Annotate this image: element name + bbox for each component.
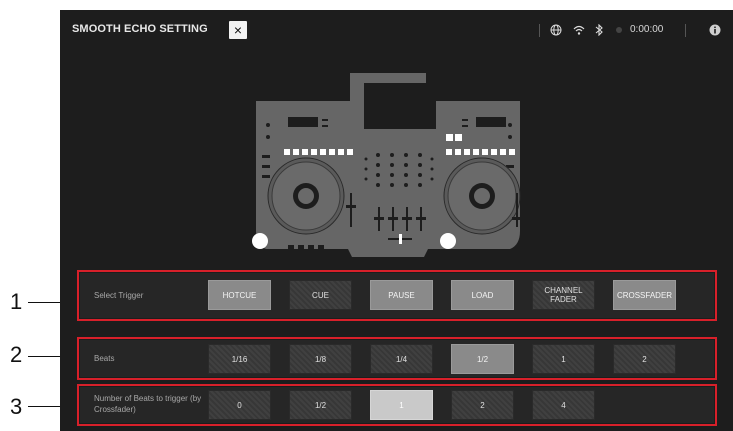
- beats-1-8-button[interactable]: 1/8: [289, 344, 352, 374]
- trigger-pause-button[interactable]: PAUSE: [370, 280, 433, 310]
- trigger-beats-1-button[interactable]: 1: [370, 390, 433, 420]
- beats-to-trigger-row: Number of Beats to trigger (by Crossfade…: [77, 384, 717, 426]
- close-button[interactable]: ×: [229, 21, 247, 39]
- trigger-load-button[interactable]: LOAD: [451, 280, 514, 310]
- callout-1: 1: [10, 289, 23, 314]
- beats-label: Beats: [94, 354, 115, 363]
- trigger-beats-0-button[interactable]: 0: [208, 390, 271, 420]
- device-screen: SMOOTH ECHO SETTING × 0:00:00 Select Tri…: [60, 10, 733, 431]
- select-trigger-row: Select Trigger HOTCUE CUE PAUSE LOAD CHA…: [77, 270, 717, 321]
- header-divider-2: [685, 24, 686, 37]
- globe-icon: [550, 20, 562, 40]
- beats-row: Beats 1/16 1/8 1/4 1/2 1 2: [77, 337, 717, 380]
- beats-1-16-button[interactable]: 1/16: [208, 344, 271, 374]
- status-indicator: [616, 27, 622, 33]
- bluetooth-icon: [595, 20, 603, 40]
- trigger-crossfader-button[interactable]: CROSSFADER: [613, 280, 676, 310]
- header-divider: [539, 24, 540, 37]
- time-display: 0:00:00: [630, 24, 664, 35]
- beats-1-button[interactable]: 1: [532, 344, 595, 374]
- controller-image: [252, 73, 522, 257]
- callout-3: 3: [10, 394, 23, 419]
- trigger-cue-button[interactable]: CUE: [289, 280, 352, 310]
- trigger-beats-4-button[interactable]: 4: [532, 390, 595, 420]
- info-icon[interactable]: [709, 20, 721, 40]
- beats-1-4-button[interactable]: 1/4: [370, 344, 433, 374]
- callout-2: 2: [10, 342, 23, 367]
- wifi-icon: [573, 20, 585, 40]
- beats-2-button[interactable]: 2: [613, 344, 676, 374]
- page-title: SMOOTH ECHO SETTING: [72, 23, 208, 35]
- trigger-channel-fader-button[interactable]: CHANNEL FADER: [532, 280, 595, 310]
- trigger-hotcue-button[interactable]: HOTCUE: [208, 280, 271, 310]
- beats-to-trigger-label: Number of Beats to trigger (by Crossfade…: [94, 394, 202, 414]
- trigger-beats-1-2-button[interactable]: 1/2: [289, 390, 352, 420]
- trigger-beats-2-button[interactable]: 2: [451, 390, 514, 420]
- beats-1-2-button[interactable]: 1/2: [451, 344, 514, 374]
- select-trigger-label: Select Trigger: [94, 291, 144, 300]
